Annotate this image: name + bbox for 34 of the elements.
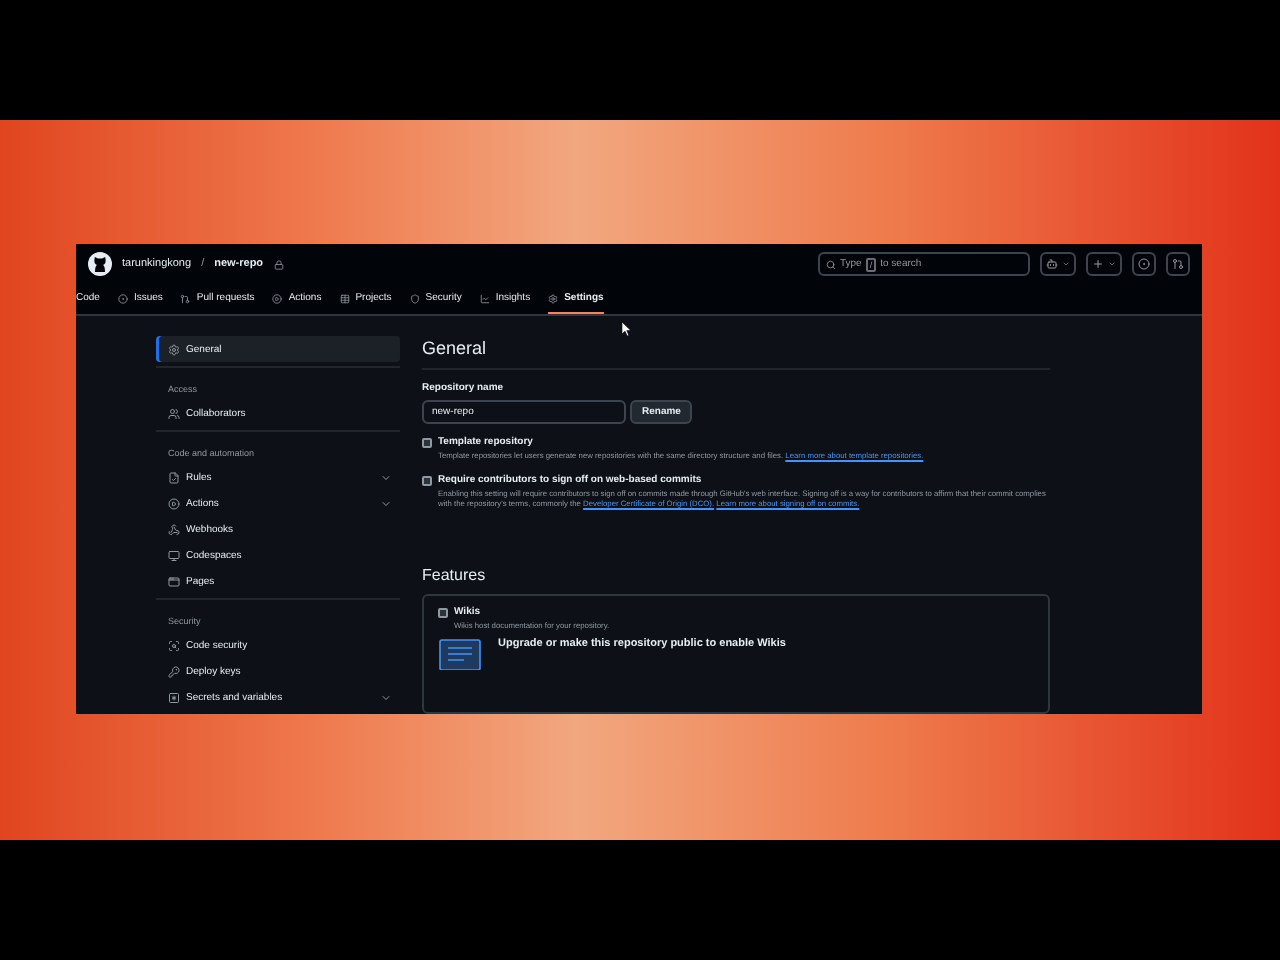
sidebar-icon xyxy=(168,549,180,561)
tab-icon xyxy=(272,293,283,303)
checkbox[interactable] xyxy=(438,607,448,617)
tab-icon xyxy=(409,293,420,303)
sidebar-icon xyxy=(168,575,180,587)
sidebar-icon xyxy=(168,343,180,355)
sidebar-icon xyxy=(168,497,180,509)
issues-button[interactable] xyxy=(1132,252,1156,276)
octocat-logo[interactable] xyxy=(88,252,112,276)
pull-requests-button[interactable] xyxy=(1166,252,1190,276)
sidebar-icon xyxy=(168,665,180,677)
tab-icon xyxy=(339,293,350,303)
checkbox[interactable] xyxy=(422,475,432,485)
sidebar-icon xyxy=(168,523,180,535)
issue-icon xyxy=(1138,258,1150,270)
copilot-button[interactable] xyxy=(1040,252,1076,276)
tab-icon xyxy=(479,293,490,303)
robot-icon xyxy=(1046,258,1058,270)
sidebar-icon xyxy=(168,407,180,419)
lock-icon xyxy=(273,259,284,269)
tab-icon xyxy=(548,293,559,303)
pull-request-icon xyxy=(1172,258,1184,270)
sidebar-icon xyxy=(168,471,180,483)
mouse-cursor-icon xyxy=(622,322,632,336)
search-icon xyxy=(826,259,836,269)
tab-icon xyxy=(180,293,191,303)
sidebar-icon xyxy=(168,639,180,651)
section-title: Features xyxy=(422,565,488,583)
sidebar-icon xyxy=(168,691,180,703)
tab-icon xyxy=(117,293,128,303)
page-title: General xyxy=(422,336,1050,370)
plus-icon xyxy=(1092,258,1104,270)
checkbox[interactable] xyxy=(422,438,432,448)
book-drawing xyxy=(438,638,482,670)
